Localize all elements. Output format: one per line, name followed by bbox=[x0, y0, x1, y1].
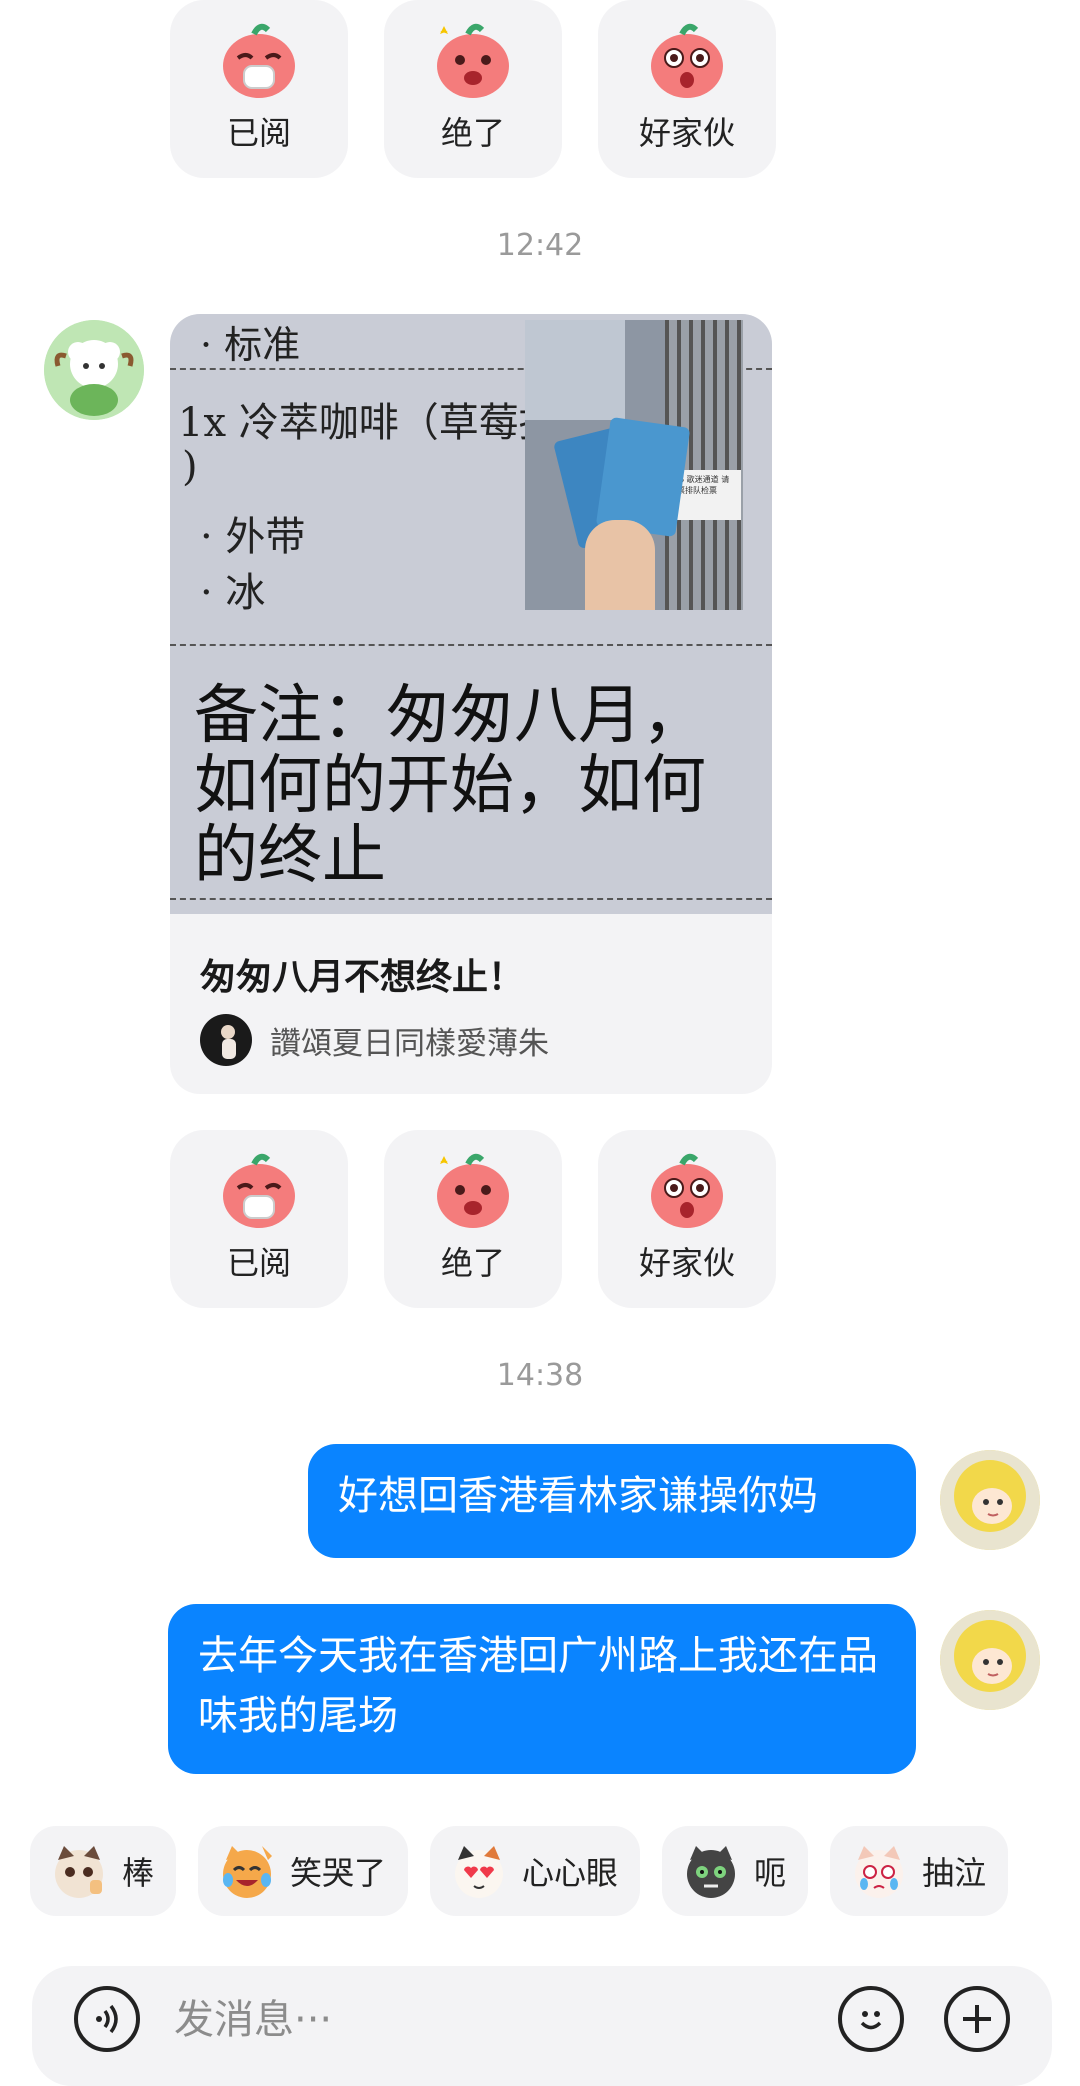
white-cat-sob-icon bbox=[855, 1846, 904, 1898]
voice-input-button[interactable] bbox=[74, 1986, 140, 2052]
hand bbox=[585, 520, 655, 610]
smiley-icon bbox=[860, 2011, 882, 2030]
sticker-reply-wow[interactable]: 好家伙 bbox=[598, 1130, 776, 1308]
shared-post-card[interactable]: · 标准 1x 冷萃咖啡（草莓拼配 ) · 外带 · 冰 备注：匆匆八月， 如何… bbox=[170, 314, 772, 1094]
sticker-reply-row: 已阅 绝了 好家伙 bbox=[170, 0, 776, 178]
yellow-hood-avatar-icon bbox=[940, 1610, 1040, 1710]
emoji-chip-label: 棒 bbox=[122, 1854, 155, 1892]
black-cat-awkward-icon bbox=[687, 1846, 736, 1898]
author-avatar-icon bbox=[200, 1014, 252, 1066]
amazed-peach-sticker-icon bbox=[437, 23, 509, 98]
my-avatar[interactable] bbox=[940, 1610, 1040, 1710]
receipt-divider bbox=[170, 898, 772, 900]
ticket-photo: CLS 歌迷通道 请持票排队检票 bbox=[525, 320, 743, 610]
sticker-label: 已阅 bbox=[226, 114, 291, 152]
my-avatar[interactable] bbox=[940, 1450, 1040, 1550]
shocked-peach-sticker-icon bbox=[651, 1153, 723, 1228]
siamese-cat-thumbs-up-icon bbox=[55, 1846, 103, 1898]
calico-cat-heart-eyes-icon bbox=[455, 1846, 504, 1898]
emoji-picker-button[interactable] bbox=[838, 1986, 904, 2052]
sticker-label: 好家伙 bbox=[638, 1244, 735, 1282]
receipt-divider bbox=[170, 644, 772, 646]
sticker-reply-wow[interactable]: 好家伙 bbox=[598, 0, 776, 178]
sticker-reply-viewed[interactable]: 已阅 bbox=[170, 1130, 348, 1308]
receipt-line: · 标准 bbox=[200, 323, 301, 367]
sticker-reply-viewed[interactable]: 已阅 bbox=[170, 0, 348, 178]
receipt-line: · 外带 bbox=[200, 514, 306, 560]
sent-message-bubble[interactable]: 去年今天我在香港回广州路上我还在品味我的尾场 bbox=[168, 1604, 916, 1774]
plus-icon bbox=[963, 2005, 991, 2033]
emoji-chip-label: 抽泣 bbox=[922, 1854, 987, 1892]
receipt-note: 的终止 bbox=[194, 819, 386, 893]
emoji-chip-great[interactable]: 棒 bbox=[30, 1826, 177, 1916]
amazed-peach-sticker-icon bbox=[437, 1153, 509, 1228]
timestamp: 12:42 bbox=[496, 228, 584, 263]
mask-peach-sticker-icon bbox=[223, 1153, 295, 1228]
message-input[interactable] bbox=[172, 1984, 736, 2056]
message-text: 去年今天我在香港回广州路上我还在品味我的尾场 bbox=[198, 1633, 878, 1739]
shocked-peach-sticker-icon bbox=[651, 23, 723, 98]
sticker-label: 好家伙 bbox=[638, 114, 735, 152]
emoji-chip-label: 呃 bbox=[754, 1854, 787, 1892]
emoji-chip-heart-eyes[interactable]: 心心眼 bbox=[430, 1826, 641, 1916]
yellow-hood-avatar-icon bbox=[940, 1450, 1040, 1550]
post-author: 讚頌夏日同樣愛薄朱 bbox=[200, 1014, 549, 1066]
more-actions-button[interactable] bbox=[944, 1986, 1010, 2052]
sticker-label: 已阅 bbox=[226, 1244, 291, 1282]
message-text: 好想回香港看林家谦操你妈 bbox=[338, 1473, 818, 1519]
emoji-chip-laugh-cry[interactable]: 笑哭了 bbox=[198, 1826, 409, 1916]
post-author-name: 讚頌夏日同樣愛薄朱 bbox=[270, 1025, 549, 1062]
receipt-line: ) bbox=[182, 444, 198, 490]
timestamp: 14:38 bbox=[496, 1358, 584, 1393]
sticker-label: 绝了 bbox=[440, 1244, 505, 1282]
emoji-chip-label: 笑哭了 bbox=[290, 1854, 387, 1892]
sticker-label: 绝了 bbox=[440, 114, 505, 152]
sticker-reply-awesome[interactable]: 绝了 bbox=[384, 1130, 562, 1308]
mask-peach-sticker-icon bbox=[223, 23, 295, 98]
orange-cat-laugh-cry-icon bbox=[223, 1846, 273, 1898]
sticker-reply-awesome[interactable]: 绝了 bbox=[384, 0, 562, 178]
receipt-line: · 冰 bbox=[200, 570, 266, 616]
post-title: 匆匆八月不想终止！ bbox=[200, 957, 525, 998]
emoji-chip-awkward[interactable]: 呃 bbox=[662, 1826, 809, 1916]
contact-avatar[interactable] bbox=[44, 320, 144, 420]
sent-message-bubble[interactable]: 好想回香港看林家谦操你妈 bbox=[308, 1444, 916, 1558]
sticker-reply-row: 已阅 绝了 好家伙 bbox=[170, 1130, 776, 1308]
emoji-chip-label: 心心眼 bbox=[522, 1854, 619, 1892]
voice-wave-icon bbox=[96, 2004, 118, 2034]
emoji-chip-sob[interactable]: 抽泣 bbox=[830, 1826, 1009, 1916]
post-cover-image: · 标准 1x 冷萃咖啡（草莓拼配 ) · 外带 · 冰 备注：匆匆八月， 如何… bbox=[170, 314, 772, 914]
message-input-bar bbox=[32, 1966, 1052, 2086]
emoji-suggestion-bar: 棒 笑哭了 心心眼 呃 抽泣 bbox=[30, 1826, 1009, 1916]
sheep-avatar-icon bbox=[44, 320, 144, 420]
